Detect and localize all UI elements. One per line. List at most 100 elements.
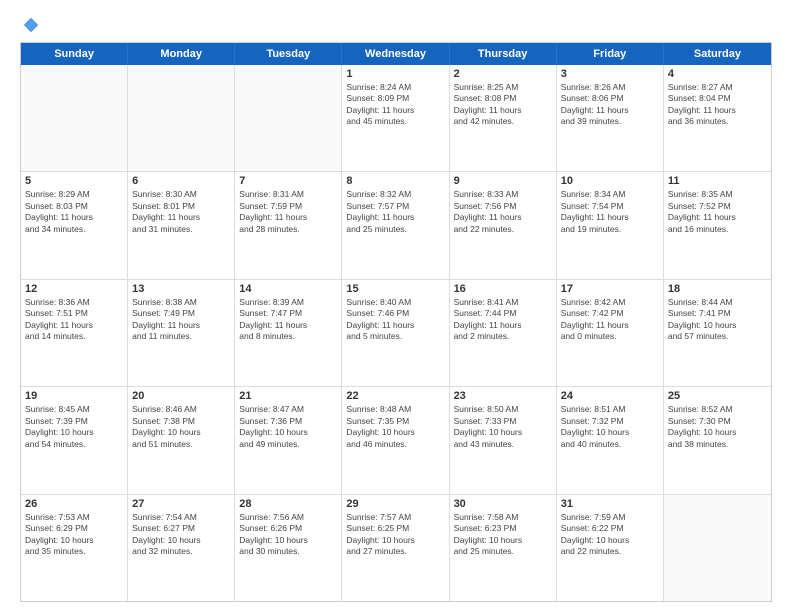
day-number: 3 bbox=[561, 68, 659, 80]
day-number: 27 bbox=[132, 498, 230, 510]
day-cell-30: 30 Sunrise: 7:58 AMSunset: 6:23 PMDayligh… bbox=[450, 495, 557, 601]
day-cell-21: 21 Sunrise: 8:47 AMSunset: 7:36 PMDayligh… bbox=[235, 387, 342, 493]
day-cell-18: 18Sunrise: 8:44 AMSunset: 7:41 PMDayligh… bbox=[664, 280, 771, 386]
day-info: Sunrise: 8:32 AMSunset: 7:57 PMDaylight:… bbox=[346, 189, 444, 235]
day-info: Sunrise: 8:46 AMSunset: 7:38 PMDaylight:… bbox=[132, 404, 230, 450]
day-cell-3: 3 Sunrise: 8:26 AMSunset: 8:06 PMDaylight… bbox=[557, 65, 664, 171]
empty-cell bbox=[664, 495, 771, 601]
calendar-row-1: 1 Sunrise: 8:24 AMSunset: 8:09 PMDaylight… bbox=[21, 65, 771, 172]
day-number: 7 bbox=[239, 175, 337, 187]
day-info: Sunrise: 8:35 AMSunset: 7:52 PMDaylight:… bbox=[668, 189, 767, 235]
day-number: 21 bbox=[239, 390, 337, 402]
day-number: 22 bbox=[346, 390, 444, 402]
day-number: 14 bbox=[239, 283, 337, 295]
day-cell-14: 14Sunrise: 8:39 AMSunset: 7:47 PMDayligh… bbox=[235, 280, 342, 386]
day-cell-12: 12Sunrise: 8:36 AMSunset: 7:51 PMDayligh… bbox=[21, 280, 128, 386]
day-cell-15: 15 Sunrise: 8:40 AMSunset: 7:46 PMDayligh… bbox=[342, 280, 449, 386]
day-number: 23 bbox=[454, 390, 552, 402]
empty-cell bbox=[21, 65, 128, 171]
day-info: Sunrise: 8:52 AMSunset: 7:30 PMDaylight:… bbox=[668, 404, 767, 450]
weekday-header-friday: Friday bbox=[557, 43, 664, 65]
day-number: 11 bbox=[668, 175, 767, 187]
day-number: 4 bbox=[668, 68, 767, 80]
day-number: 26 bbox=[25, 498, 123, 510]
day-info: Sunrise: 8:30 AMSunset: 8:01 PMDaylight:… bbox=[132, 189, 230, 235]
day-info: Sunrise: 8:41 AMSunset: 7:44 PMDaylight:… bbox=[454, 297, 552, 343]
day-info: Sunrise: 7:56 AMSunset: 6:26 PMDaylight:… bbox=[239, 512, 337, 558]
day-info: Sunrise: 8:45 AMSunset: 7:39 PMDaylight:… bbox=[25, 404, 123, 450]
logo-icon bbox=[22, 16, 40, 34]
day-cell-26: 26 Sunrise: 7:53 AMSunset: 6:29 PMDayligh… bbox=[21, 495, 128, 601]
day-info: Sunrise: 8:34 AMSunset: 7:54 PMDaylight:… bbox=[561, 189, 659, 235]
day-info: Sunrise: 8:27 AMSunset: 8:04 PMDaylight:… bbox=[668, 82, 767, 128]
day-number: 6 bbox=[132, 175, 230, 187]
day-cell-4: 4 Sunrise: 8:27 AMSunset: 8:04 PMDaylight… bbox=[664, 65, 771, 171]
day-cell-20: 20 Sunrise: 8:46 AMSunset: 7:38 PMDayligh… bbox=[128, 387, 235, 493]
day-info: Sunrise: 8:26 AMSunset: 8:06 PMDaylight:… bbox=[561, 82, 659, 128]
day-number: 13 bbox=[132, 283, 230, 295]
day-cell-28: 28 Sunrise: 7:56 AMSunset: 6:26 PMDayligh… bbox=[235, 495, 342, 601]
day-number: 28 bbox=[239, 498, 337, 510]
day-info: Sunrise: 8:24 AMSunset: 8:09 PMDaylight:… bbox=[346, 82, 444, 128]
day-info: Sunrise: 8:47 AMSunset: 7:36 PMDaylight:… bbox=[239, 404, 337, 450]
day-info: Sunrise: 7:53 AMSunset: 6:29 PMDaylight:… bbox=[25, 512, 123, 558]
weekday-header-wednesday: Wednesday bbox=[342, 43, 449, 65]
day-number: 16 bbox=[454, 283, 552, 295]
calendar-row-3: 12Sunrise: 8:36 AMSunset: 7:51 PMDayligh… bbox=[21, 280, 771, 387]
calendar-row-4: 19 Sunrise: 8:45 AMSunset: 7:39 PMDayligh… bbox=[21, 387, 771, 494]
day-number: 10 bbox=[561, 175, 659, 187]
day-info: Sunrise: 8:51 AMSunset: 7:32 PMDaylight:… bbox=[561, 404, 659, 450]
calendar-header: SundayMondayTuesdayWednesdayThursdayFrid… bbox=[21, 43, 771, 65]
day-cell-8: 8 Sunrise: 8:32 AMSunset: 7:57 PMDaylight… bbox=[342, 172, 449, 278]
day-number: 9 bbox=[454, 175, 552, 187]
day-cell-6: 6 Sunrise: 8:30 AMSunset: 8:01 PMDaylight… bbox=[128, 172, 235, 278]
weekday-header-tuesday: Tuesday bbox=[235, 43, 342, 65]
empty-cell bbox=[235, 65, 342, 171]
day-info: Sunrise: 8:50 AMSunset: 7:33 PMDaylight:… bbox=[454, 404, 552, 450]
day-number: 2 bbox=[454, 68, 552, 80]
day-cell-5: 5Sunrise: 8:29 AMSunset: 8:03 PMDaylight… bbox=[21, 172, 128, 278]
day-number: 1 bbox=[346, 68, 444, 80]
day-info: Sunrise: 8:25 AMSunset: 8:08 PMDaylight:… bbox=[454, 82, 552, 128]
day-cell-23: 23 Sunrise: 8:50 AMSunset: 7:33 PMDayligh… bbox=[450, 387, 557, 493]
weekday-header-sunday: Sunday bbox=[21, 43, 128, 65]
day-cell-11: 11 Sunrise: 8:35 AMSunset: 7:52 PMDayligh… bbox=[664, 172, 771, 278]
empty-cell bbox=[128, 65, 235, 171]
day-info: Sunrise: 8:42 AMSunset: 7:42 PMDaylight:… bbox=[561, 297, 659, 343]
day-number: 29 bbox=[346, 498, 444, 510]
day-cell-31: 31 Sunrise: 7:59 AMSunset: 6:22 PMDayligh… bbox=[557, 495, 664, 601]
day-number: 20 bbox=[132, 390, 230, 402]
day-info: Sunrise: 7:57 AMSunset: 6:25 PMDaylight:… bbox=[346, 512, 444, 558]
day-cell-13: 13Sunrise: 8:38 AMSunset: 7:49 PMDayligh… bbox=[128, 280, 235, 386]
day-number: 24 bbox=[561, 390, 659, 402]
logo bbox=[20, 16, 40, 34]
day-cell-27: 27Sunrise: 7:54 AMSunset: 6:27 PMDayligh… bbox=[128, 495, 235, 601]
day-cell-1: 1 Sunrise: 8:24 AMSunset: 8:09 PMDaylight… bbox=[342, 65, 449, 171]
day-number: 15 bbox=[346, 283, 444, 295]
day-cell-2: 2 Sunrise: 8:25 AMSunset: 8:08 PMDaylight… bbox=[450, 65, 557, 171]
day-number: 12 bbox=[25, 283, 123, 295]
day-cell-16: 16 Sunrise: 8:41 AMSunset: 7:44 PMDayligh… bbox=[450, 280, 557, 386]
day-info: Sunrise: 7:58 AMSunset: 6:23 PMDaylight:… bbox=[454, 512, 552, 558]
day-cell-24: 24 Sunrise: 8:51 AMSunset: 7:32 PMDayligh… bbox=[557, 387, 664, 493]
day-info: Sunrise: 8:48 AMSunset: 7:35 PMDaylight:… bbox=[346, 404, 444, 450]
weekday-header-monday: Monday bbox=[128, 43, 235, 65]
day-number: 31 bbox=[561, 498, 659, 510]
calendar-body: 1 Sunrise: 8:24 AMSunset: 8:09 PMDaylight… bbox=[21, 65, 771, 601]
day-number: 5 bbox=[25, 175, 123, 187]
day-cell-10: 10 Sunrise: 8:34 AMSunset: 7:54 PMDayligh… bbox=[557, 172, 664, 278]
day-number: 17 bbox=[561, 283, 659, 295]
day-number: 8 bbox=[346, 175, 444, 187]
day-info: Sunrise: 8:31 AMSunset: 7:59 PMDaylight:… bbox=[239, 189, 337, 235]
day-cell-7: 7 Sunrise: 8:31 AMSunset: 7:59 PMDaylight… bbox=[235, 172, 342, 278]
weekday-header-thursday: Thursday bbox=[450, 43, 557, 65]
weekday-header-saturday: Saturday bbox=[664, 43, 771, 65]
day-number: 18 bbox=[668, 283, 767, 295]
day-cell-17: 17 Sunrise: 8:42 AMSunset: 7:42 PMDayligh… bbox=[557, 280, 664, 386]
day-number: 25 bbox=[668, 390, 767, 402]
day-number: 19 bbox=[25, 390, 123, 402]
day-number: 30 bbox=[454, 498, 552, 510]
day-cell-19: 19 Sunrise: 8:45 AMSunset: 7:39 PMDayligh… bbox=[21, 387, 128, 493]
day-info: Sunrise: 8:40 AMSunset: 7:46 PMDaylight:… bbox=[346, 297, 444, 343]
day-info: Sunrise: 7:59 AMSunset: 6:22 PMDaylight:… bbox=[561, 512, 659, 558]
